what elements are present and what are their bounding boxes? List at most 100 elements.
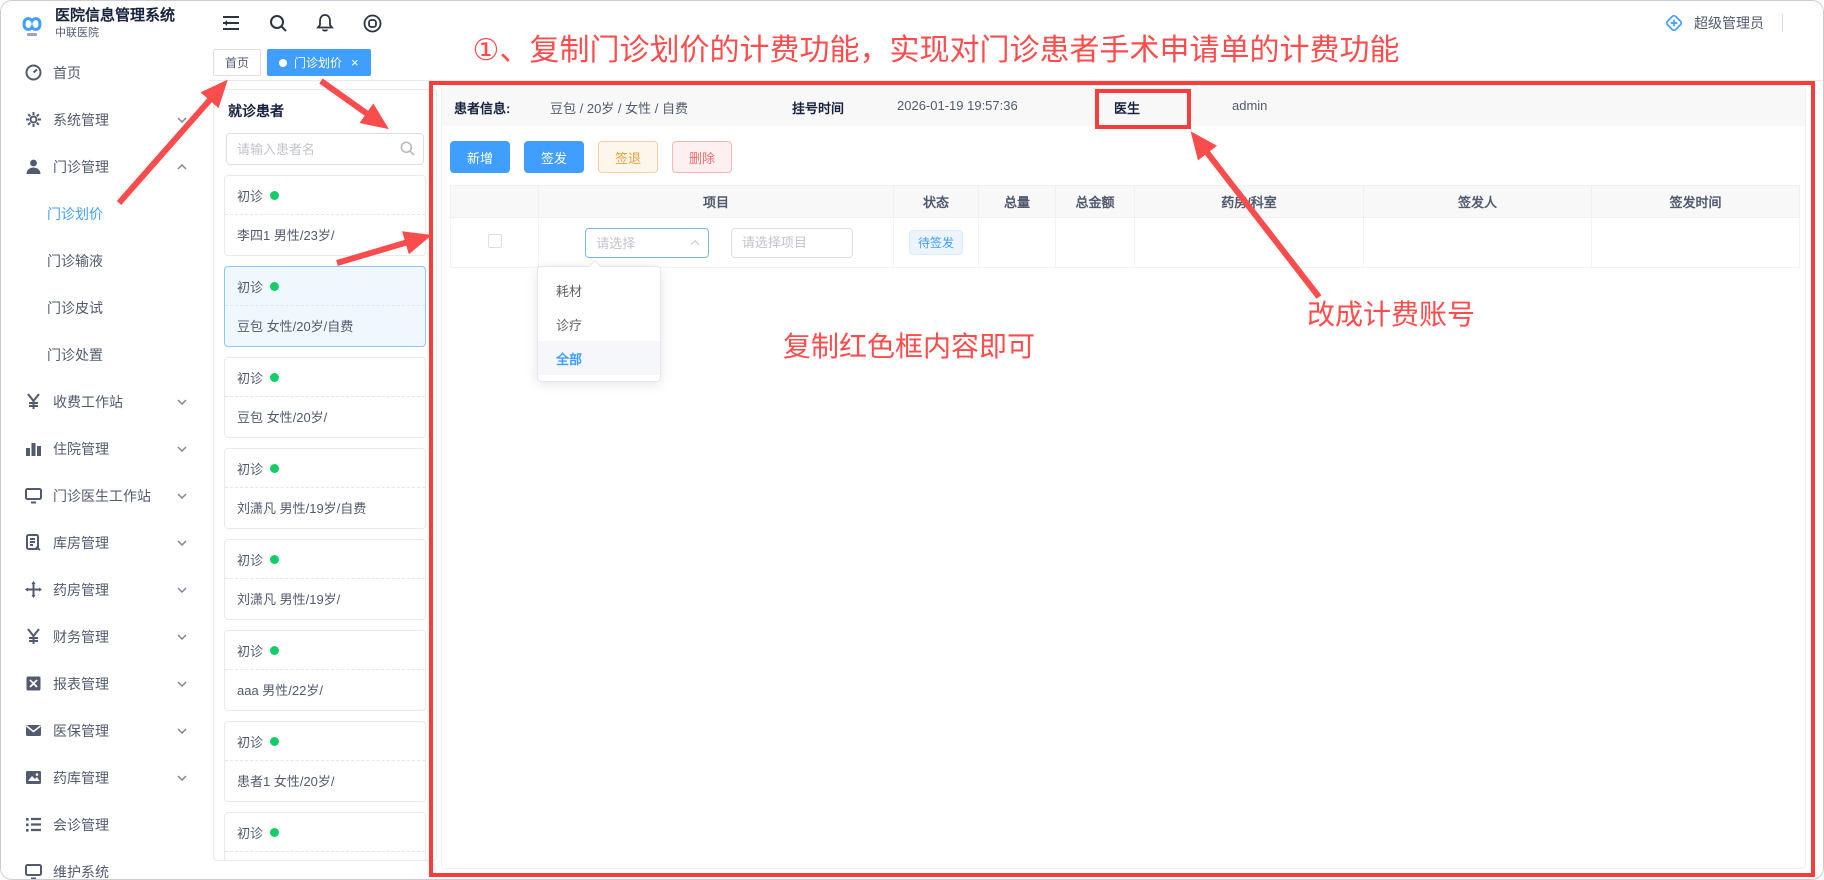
notification-bell-icon[interactable] — [315, 13, 335, 33]
sidebar-item-outpatient-doctor-workstation[interactable]: 门诊医生工作站 — [1, 472, 209, 519]
sidebar-item-outpatient-infusion[interactable]: 门诊输液 — [1, 237, 209, 284]
tab-outpatient-pricing[interactable]: 门诊划价 × — [267, 49, 371, 76]
col-item: 项目 — [539, 186, 894, 218]
list-icon — [25, 816, 42, 833]
sidebar-item-maintenance-system[interactable]: 维护系统 — [1, 848, 209, 879]
item-type-dropdown: 耗材 诊疗 全部 — [537, 266, 661, 382]
patient-info-label: 患者信息: — [454, 98, 510, 117]
brand: 医院信息管理系统 中联医院 — [17, 7, 175, 40]
header-divider — [1782, 14, 1783, 32]
table-header-row: 项目 状态 总量 总金额 药房/科室 签发人 签发时间 — [451, 186, 1800, 218]
status-dot — [270, 828, 279, 837]
chevron-down-icon — [177, 681, 187, 687]
cell-issue-time — [1592, 218, 1800, 268]
chevron-down-icon — [177, 446, 187, 452]
status-dot — [270, 646, 279, 655]
sidebar-item-consultation-mgmt[interactable]: 会诊管理 — [1, 801, 209, 848]
col-issuer: 签发人 — [1364, 186, 1592, 218]
main-content: 患者信息: 豆包 / 20岁 / 女性 / 自费 挂号时间 2026-01-19… — [441, 85, 1806, 869]
issue-button[interactable]: 签发 — [524, 141, 584, 173]
col-total-qty: 总量 — [979, 186, 1056, 218]
status-dot — [270, 191, 279, 200]
sidebar-item-pharmacy-mgmt[interactable]: 药房管理 — [1, 566, 209, 613]
delete-button[interactable]: 删除 — [672, 141, 732, 173]
app-window: 医院信息管理系统 中联医院 超级管理员 — [0, 0, 1824, 880]
row-checkbox[interactable] — [488, 234, 502, 248]
chevron-down-icon — [177, 399, 187, 405]
sidebar-item-outpatient-pricing[interactable]: 门诊划价 — [1, 190, 209, 237]
sidebar: 首页 系统管理 门诊管理 门诊划价 门诊输液 门诊皮试 门诊处置 — [1, 45, 209, 879]
add-button[interactable]: 新增 — [450, 141, 510, 173]
yen-icon — [25, 393, 42, 410]
col-pharmacy-dept: 药房/科室 — [1135, 186, 1364, 218]
item-type-select[interactable]: 请选择 — [585, 228, 709, 258]
collapse-sidebar-icon[interactable] — [221, 13, 241, 33]
patient-card[interactable]: 初诊 豆包 女性/20岁/ — [224, 357, 426, 438]
monitor-icon — [25, 863, 42, 879]
dropdown-option-treatment[interactable]: 诊疗 — [538, 307, 660, 341]
move-cross-icon — [25, 581, 42, 598]
chevron-down-icon — [177, 117, 187, 123]
dropdown-option-all[interactable]: 全部 — [538, 341, 660, 375]
col-checkbox — [451, 186, 539, 218]
chevron-down-icon — [177, 540, 187, 546]
table-row: 请选择 待签发 — [451, 218, 1800, 268]
bar-chart-icon — [25, 440, 42, 457]
revoke-button[interactable]: 签退 — [598, 141, 658, 173]
app-subtitle: 中联医院 — [55, 24, 175, 40]
status-dot — [270, 373, 279, 382]
sidebar-item-outpatient-mgmt[interactable]: 门诊管理 — [1, 143, 209, 190]
sidebar-item-outpatient-disposal[interactable]: 门诊处置 — [1, 331, 209, 378]
sidebar-item-report-mgmt[interactable]: 报表管理 — [1, 660, 209, 707]
sidebar-item-drug-storage-mgmt[interactable]: 药库管理 — [1, 754, 209, 801]
chevron-down-icon — [177, 775, 187, 781]
search-icon[interactable] — [268, 13, 288, 33]
registration-time-label: 挂号时间 — [792, 98, 844, 117]
doctor-label: 医生 — [1114, 98, 1140, 117]
chevron-up-icon — [691, 240, 700, 249]
gear-icon — [25, 111, 42, 128]
sidebar-item-medical-insurance-mgmt[interactable]: 医保管理 — [1, 707, 209, 754]
chevron-down-icon — [177, 587, 187, 593]
sidebar-item-warehouse-mgmt[interactable]: 库房管理 — [1, 519, 209, 566]
patient-info-value: 豆包 / 20岁 / 女性 / 自费 — [550, 98, 688, 117]
dashboard-icon — [25, 64, 42, 81]
user-role-label[interactable]: 超级管理员 — [1694, 13, 1764, 33]
status-dot — [270, 464, 279, 473]
image-icon — [25, 769, 42, 786]
patient-card[interactable]: 初诊 — [224, 812, 426, 861]
patient-card[interactable]: 初诊 患者1 女性/20岁/ — [224, 721, 426, 802]
close-tab-icon[interactable]: × — [351, 56, 359, 69]
medical-cross-icon — [1664, 13, 1684, 33]
sidebar-item-finance-mgmt[interactable]: 财务管理 — [1, 613, 209, 660]
search-icon[interactable] — [400, 141, 415, 161]
sidebar-item-system-mgmt[interactable]: 系统管理 — [1, 96, 209, 143]
patient-card[interactable]: 初诊 aaa 男性/22岁/ — [224, 630, 426, 711]
sidebar-item-home[interactable]: 首页 — [1, 49, 209, 96]
item-search-input[interactable] — [731, 228, 853, 258]
yen-icon — [25, 628, 42, 645]
doctor-value: admin — [1232, 98, 1267, 113]
patient-card-selected[interactable]: 初诊 豆包 女性/20岁/自费 — [224, 266, 426, 347]
patient-list-panel: 就诊患者 初诊 李四1 男性/23岁/ 初诊 豆包 女性/20岁/自费 初诊 豆… — [213, 89, 437, 861]
sidebar-item-charging-workstation[interactable]: 收费工作站 — [1, 378, 209, 425]
patient-info-bar: 患者信息: 豆包 / 20岁 / 女性 / 自费 挂号时间 2026-01-19… — [442, 86, 1805, 126]
col-total-amount: 总金额 — [1056, 186, 1135, 218]
tab-home[interactable]: 首页 — [213, 49, 261, 76]
patient-card[interactable]: 初诊 李四1 男性/23岁/ — [224, 175, 426, 256]
col-issue-time: 签发时间 — [1592, 186, 1800, 218]
chevron-down-icon — [177, 728, 187, 734]
chevron-down-icon — [177, 634, 187, 640]
envelope-icon — [25, 722, 42, 739]
sidebar-item-inpatient-mgmt[interactable]: 住院管理 — [1, 425, 209, 472]
patient-card[interactable]: 初诊 刘潇凡 男性/19岁/ — [224, 539, 426, 620]
cell-total-qty — [979, 218, 1056, 268]
toolbar: 新增 签发 签退 删除 — [442, 126, 1805, 185]
status-dot — [270, 282, 279, 291]
sidebar-item-outpatient-skin-test[interactable]: 门诊皮试 — [1, 284, 209, 331]
patient-card[interactable]: 初诊 刘潇凡 男性/19岁/自费 — [224, 448, 426, 529]
dropdown-option-consumables[interactable]: 耗材 — [538, 273, 660, 307]
user-icon — [25, 158, 42, 175]
patient-search-input[interactable] — [226, 133, 424, 165]
fullscreen-icon[interactable] — [362, 13, 382, 33]
